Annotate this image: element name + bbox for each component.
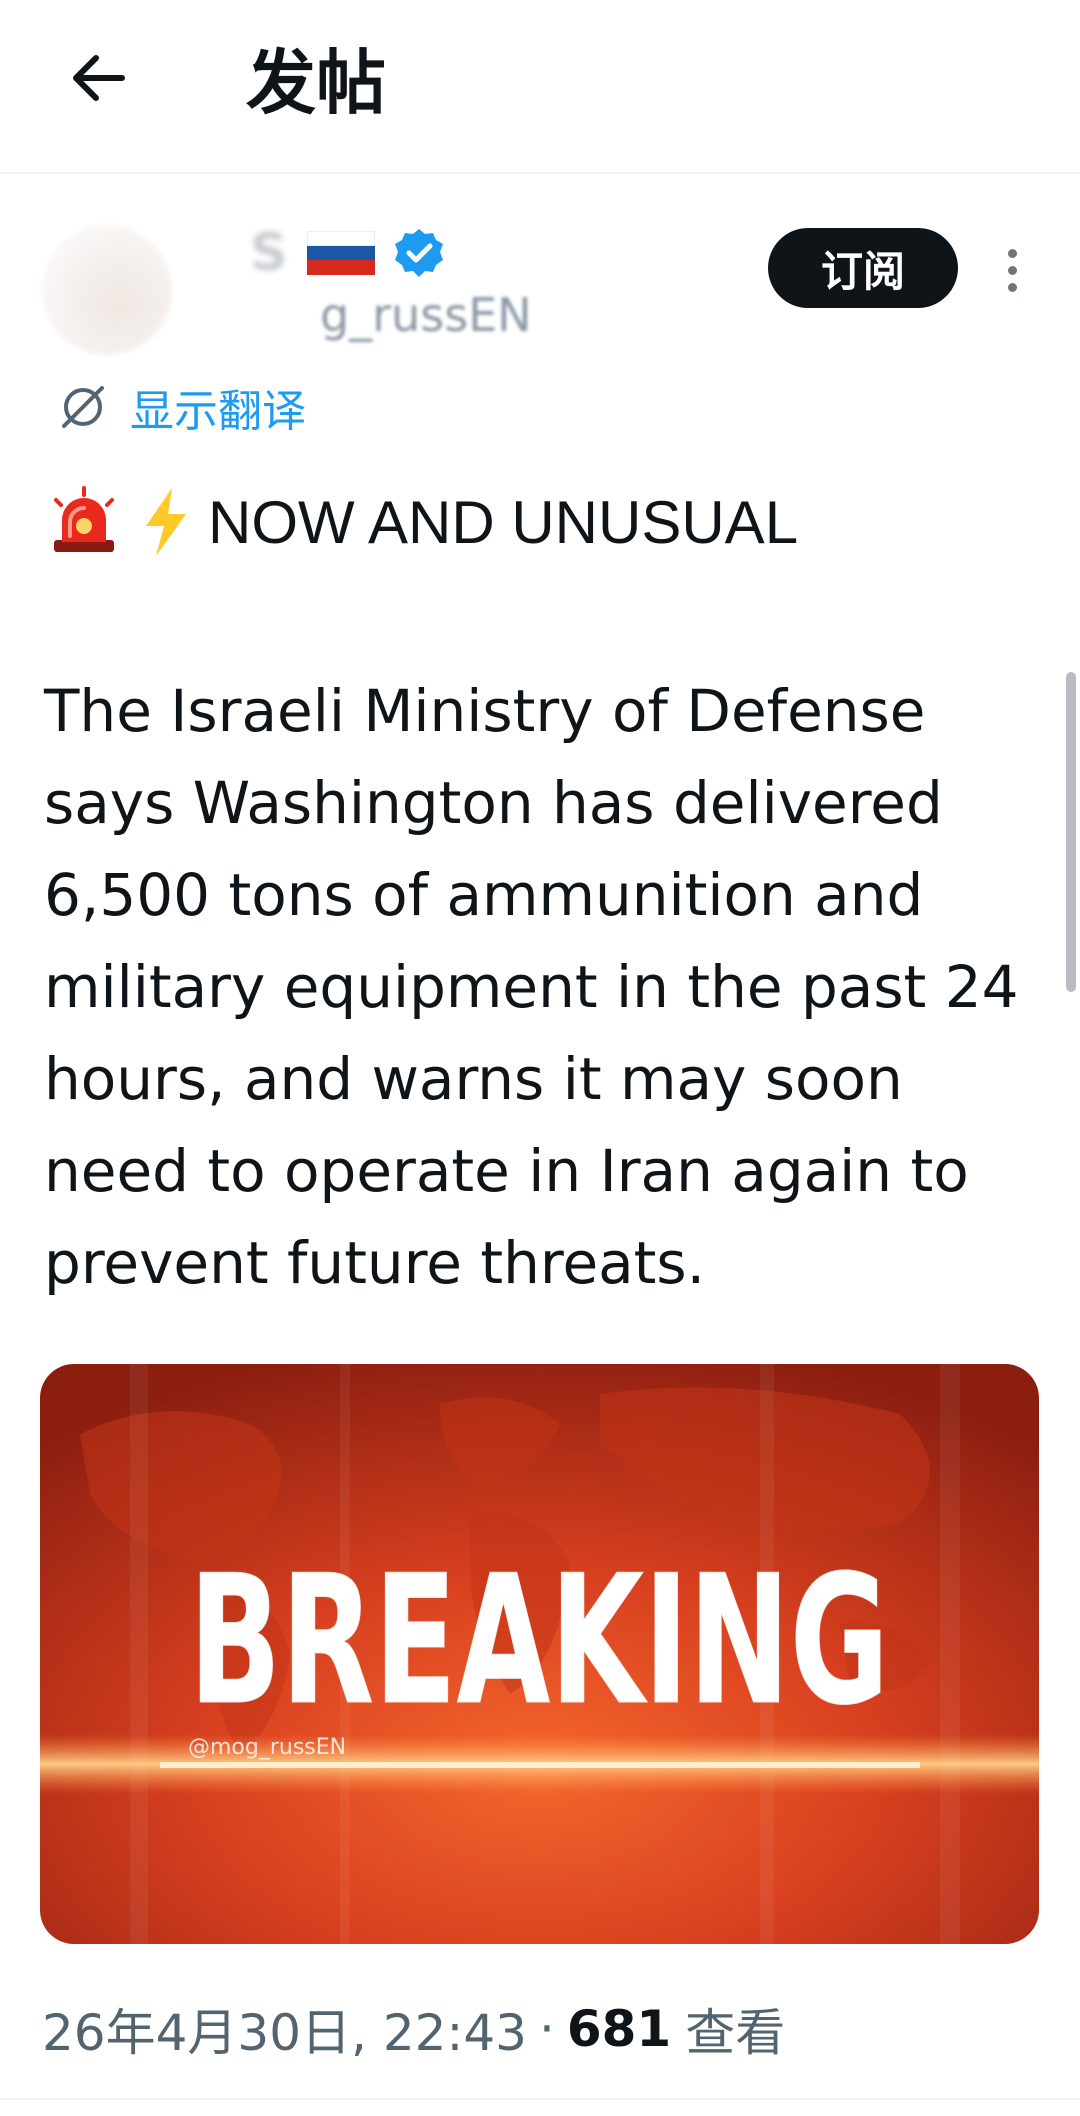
translate-icon xyxy=(62,386,104,428)
subscribe-button[interactable]: 订阅 xyxy=(768,228,958,308)
show-translation-label: 显示翻译 xyxy=(130,386,306,437)
lightning-icon xyxy=(146,488,186,556)
meta-separator: · xyxy=(538,2000,555,2058)
show-translation-button[interactable]: 显示翻译 xyxy=(56,375,306,439)
top-bar: 发帖 xyxy=(0,0,1080,174)
more-options-button[interactable] xyxy=(990,238,1034,302)
tweet-body-text: The Israeli Ministry of Defense says Was… xyxy=(44,677,1019,1297)
tweet-headline: NOW AND UNUSUAL xyxy=(48,482,798,562)
view-count-label: 查看 xyxy=(685,2004,786,2062)
more-dot-icon xyxy=(1007,282,1017,292)
breaking-news-image[interactable]: BREAKING @mog_russEN xyxy=(40,1364,1039,1944)
scrollbar-thumb[interactable] xyxy=(1066,672,1076,992)
media-watermark: @mog_russEN xyxy=(188,1735,346,1760)
headline-text: NOW AND UNUSUAL xyxy=(208,488,799,556)
more-dot-icon xyxy=(1007,248,1017,258)
back-arrow-icon xyxy=(73,55,125,101)
tweet-timestamp[interactable]: 26年4月30日, 22:43 xyxy=(42,1993,527,2065)
verified-badge-icon xyxy=(395,229,444,277)
avatar[interactable] xyxy=(42,225,172,355)
russia-flag-icon xyxy=(307,231,376,275)
back-button[interactable] xyxy=(58,38,138,118)
more-dot-icon xyxy=(1007,265,1017,275)
page-title: 发帖 xyxy=(246,42,386,124)
author-display-name[interactable]: S xyxy=(250,223,289,283)
breaking-title: BREAKING xyxy=(189,1537,889,1744)
tweet-meta: 26年4月30日, 22:43 · 681 查看 xyxy=(42,1992,785,2066)
breaking-banner-graphic: BREAKING @mog_russEN xyxy=(40,1364,1039,1944)
author-handle[interactable]: g_russEN xyxy=(320,288,532,342)
divider xyxy=(0,2098,1080,2100)
siren-icon xyxy=(54,486,114,552)
author-name-row[interactable]: S xyxy=(250,218,445,288)
view-count: 681 xyxy=(566,2000,672,2058)
